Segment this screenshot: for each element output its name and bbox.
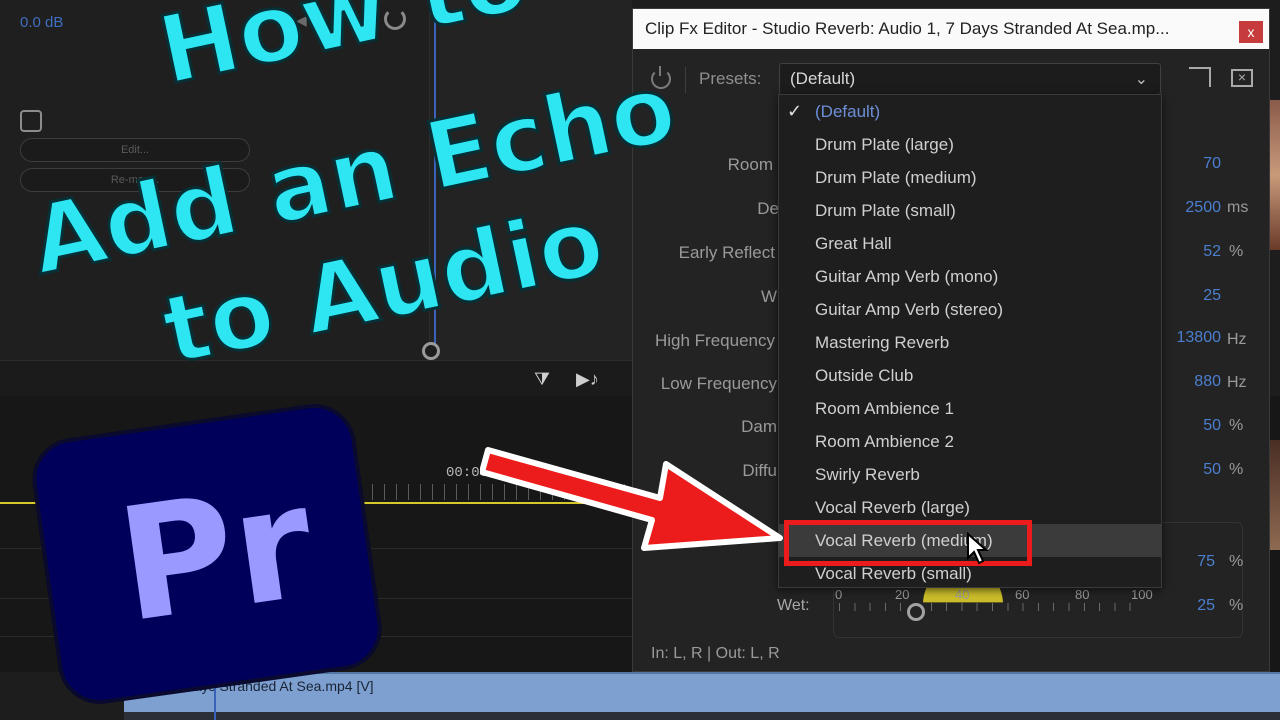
menu-item[interactable]: Guitar Amp Verb (mono) (779, 260, 1161, 293)
menu-item[interactable]: Room Ambience 2 (779, 425, 1161, 458)
highlight-box (784, 520, 1032, 566)
title-line-1: How to (148, 0, 538, 108)
red-arrow-icon (480, 447, 783, 551)
menu-item[interactable]: Great Hall (779, 227, 1161, 260)
param-label-width: W (760, 287, 777, 306)
presets-dropdown[interactable]: (Default) ⌄ (779, 63, 1161, 95)
thumbnail-title: How to Add an Echo to Audio (0, 0, 760, 400)
menu-item[interactable]: Drum Plate (medium) (779, 161, 1161, 194)
wet-slider-track[interactable] (839, 603, 1145, 611)
presets-menu: ✓ (Default) Drum Plate (large) Drum Plat… (778, 94, 1162, 588)
checkmark-icon: ✓ (787, 101, 803, 121)
expand-icon[interactable] (1189, 67, 1211, 87)
collapse-icon[interactable]: × (1231, 69, 1253, 87)
wet-unit: % (1229, 597, 1244, 614)
dry-unit: % (1229, 553, 1244, 570)
menu-item[interactable]: Mastering Reverb (779, 326, 1161, 359)
wet-label: Wet: (777, 597, 810, 614)
menu-item[interactable]: Drum Plate (large) (779, 128, 1161, 161)
menu-item-default[interactable]: ✓ (Default) (779, 95, 1161, 128)
menu-item[interactable]: Room Ambience 1 (779, 392, 1161, 425)
menu-item[interactable]: Outside Club (779, 359, 1161, 392)
logo-text: Pr (108, 450, 324, 658)
close-button[interactable]: x (1239, 21, 1263, 43)
menu-item[interactable]: Swirly Reverb (779, 458, 1161, 491)
param-unit-early-reflections: % (1229, 243, 1244, 260)
wet-slider-handle[interactable] (907, 603, 925, 621)
param-label-decay: De (757, 199, 779, 218)
param-unit-low-freq: Hz (1227, 374, 1247, 391)
param-unit-diffusion: % (1229, 461, 1244, 478)
chevron-down-icon: ⌄ (1134, 71, 1148, 88)
param-unit-damping: % (1229, 417, 1244, 434)
program-monitor-edge (1270, 100, 1280, 250)
premiere-pro-logo: Pr (26, 398, 388, 710)
io-routing-label: In: L, R | Out: L, R (651, 645, 780, 662)
timeline-scrollbar[interactable] (124, 712, 1280, 720)
presets-selected-value: (Default) (790, 69, 856, 88)
mouse-cursor-icon (967, 532, 989, 565)
param-unit-high-freq: Hz (1227, 331, 1247, 348)
menu-item[interactable]: Drum Plate (small) (779, 194, 1161, 227)
param-unit-decay: ms (1227, 199, 1249, 216)
wet-value[interactable]: 25 (1135, 597, 1215, 615)
menu-item[interactable]: Guitar Amp Verb (stereo) (779, 293, 1161, 326)
